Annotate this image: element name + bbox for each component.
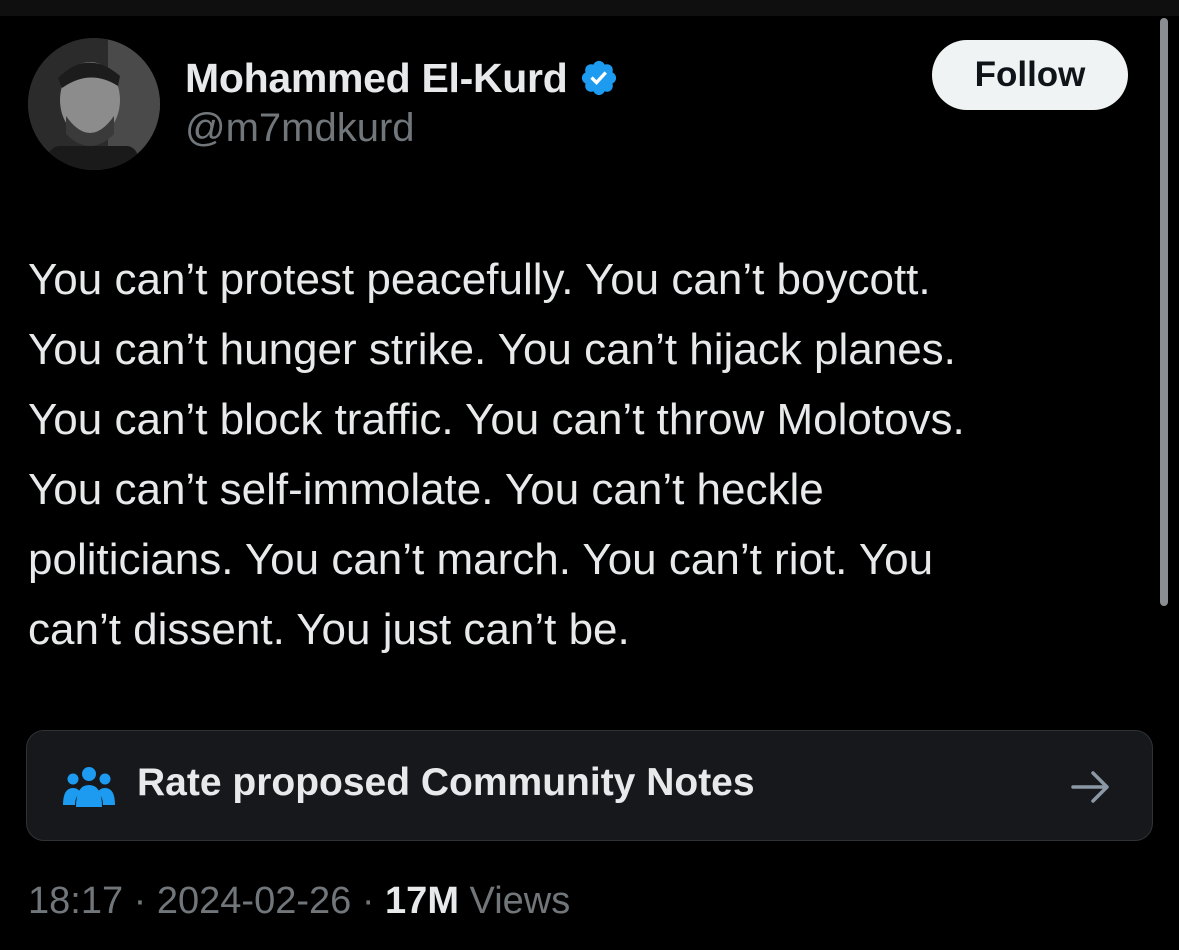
tweet-text: You can’t protest peacefully. You can’t … xyxy=(28,245,1158,665)
views-label: Views xyxy=(469,880,571,922)
tweet-meta: 18:17 · 2024-02-26 · 17M Views xyxy=(28,880,570,923)
scrollbar[interactable] xyxy=(1160,18,1168,606)
arrow-right-icon xyxy=(1069,767,1113,807)
people-icon xyxy=(63,765,115,809)
top-bar xyxy=(0,0,1179,16)
meta-separator: · xyxy=(123,880,157,922)
author-handle[interactable]: @m7mdkurd xyxy=(185,106,415,151)
community-notes-label: Rate proposed Community Notes xyxy=(137,761,755,804)
avatar[interactable] xyxy=(28,38,160,170)
tweet-text-line: You can’t hunger strike. You can’t hijac… xyxy=(28,325,956,374)
tweet-text-line: You can’t self-immolate. You can’t heckl… xyxy=(28,465,824,514)
community-notes-card[interactable]: Rate proposed Community Notes xyxy=(26,730,1153,841)
tweet-page: Mohammed El-Kurd @m7mdkurd Follow You ca… xyxy=(0,0,1179,950)
meta-separator: · xyxy=(351,880,386,922)
tweet-text-line: You can’t block traffic. You can’t throw… xyxy=(28,395,965,444)
views-count: 17M xyxy=(385,880,459,922)
tweet-date[interactable]: 2024-02-26 xyxy=(157,880,351,922)
author-display-name[interactable]: Mohammed El-Kurd xyxy=(185,55,568,102)
tweet-text-line: can’t dissent. You just can’t be. xyxy=(28,605,630,654)
tweet-text-line: You can’t protest peacefully. You can’t … xyxy=(28,255,931,304)
tweet-text-line: politicians. You can’t march. You can’t … xyxy=(28,535,934,584)
author-name-row[interactable]: Mohammed El-Kurd xyxy=(185,50,619,106)
tweet-time[interactable]: 18:17 xyxy=(28,880,123,922)
verified-badge-icon xyxy=(579,58,619,98)
follow-button[interactable]: Follow xyxy=(932,40,1128,110)
avatar-image xyxy=(28,38,160,170)
